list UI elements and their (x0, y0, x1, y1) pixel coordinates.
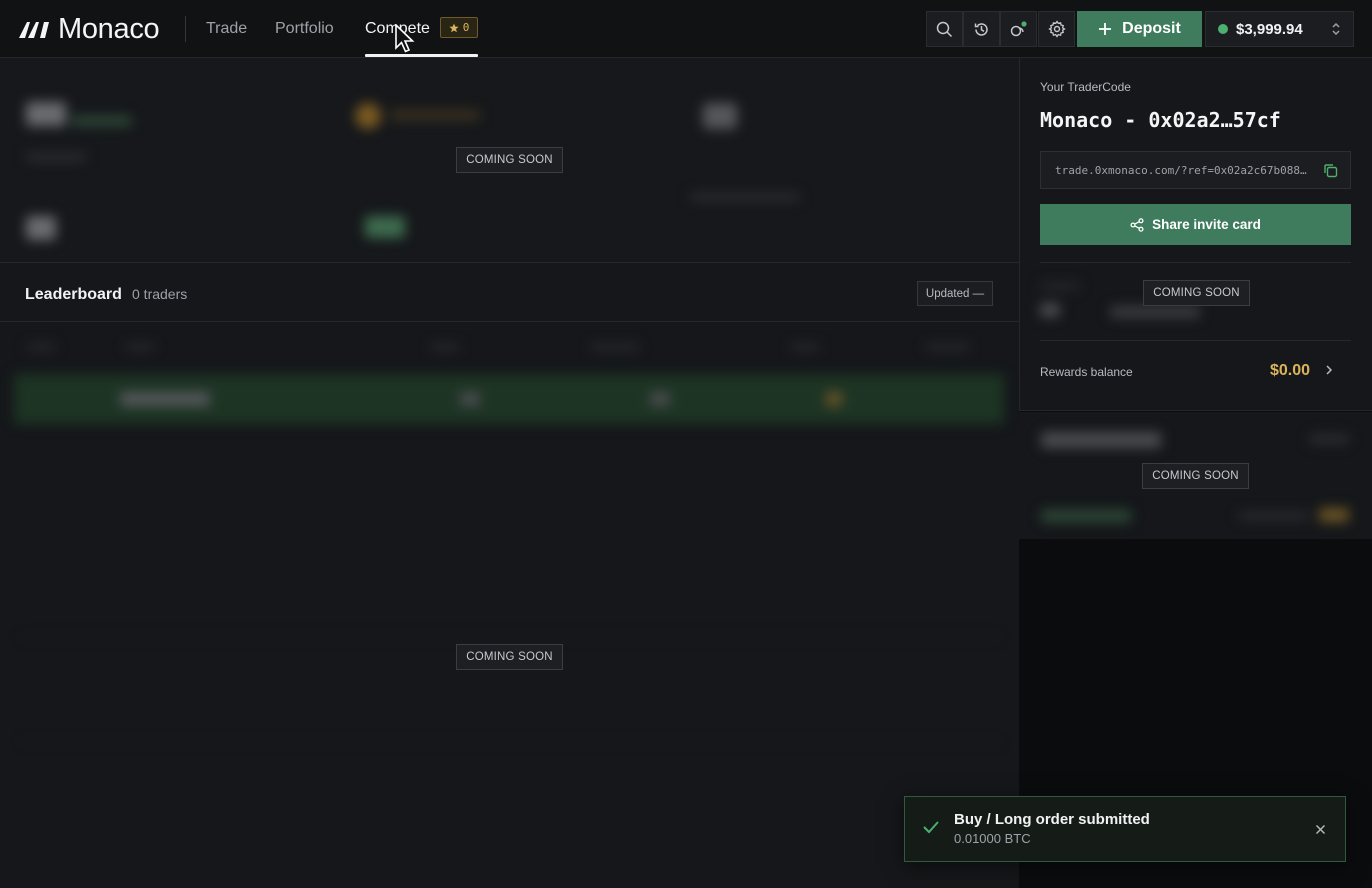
leaderboard-header: Leaderboard 0 traders Updated — (0, 264, 1019, 322)
toast-title: Buy / Long order submitted (954, 811, 1150, 828)
side-secondary-panel: COMING SOON (1019, 412, 1372, 539)
leaderboard-coming-soon-badge: COMING SOON (456, 644, 563, 670)
settings-button[interactable] (1038, 11, 1075, 47)
referral-link-text: trade.0xmonaco.com/?ref=0x02a2c67b088… (1055, 163, 1307, 177)
status-dot-icon (1218, 24, 1228, 34)
tradercode-label: Your TraderCode (1040, 80, 1131, 94)
tradercode-panel: Your TraderCode Monaco - 0x02a2…57cf tra… (1019, 58, 1372, 411)
copy-icon[interactable] (1323, 163, 1338, 178)
stats-coming-soon-badge: COMING SOON (456, 147, 563, 173)
star-icon (449, 23, 459, 32)
referral-coming-soon-badge: COMING SOON (1143, 280, 1250, 306)
chevron-right-icon[interactable] (1325, 364, 1333, 376)
nav-portfolio[interactable]: Portfolio (275, 0, 334, 58)
header-divider (185, 16, 186, 42)
toast-subtitle: 0.01000 BTC (954, 831, 1031, 846)
history-button[interactable] (963, 11, 1000, 47)
tradercode-value: Monaco - 0x02a2…57cf (1040, 108, 1281, 132)
deposit-label: Deposit (1122, 20, 1181, 37)
monaco-logo-icon (19, 22, 49, 38)
side-panel-coming-soon-badge: COMING SOON (1142, 463, 1249, 489)
chevron-updown-icon (1332, 22, 1340, 36)
divider (1040, 262, 1351, 263)
nav-trade[interactable]: Trade (206, 0, 247, 58)
leaderboard-body: COMING SOON (0, 322, 1019, 888)
activity-button[interactable] (1000, 11, 1037, 47)
order-toast: Buy / Long order submitted 0.01000 BTC (904, 796, 1346, 862)
close-icon[interactable] (1315, 824, 1326, 835)
search-icon (936, 21, 953, 37)
compete-badge-count: 0 (462, 21, 470, 34)
share-icon (1130, 217, 1144, 232)
top-bar: Monaco Trade Portfolio Compete 0 Deposit… (0, 0, 1372, 58)
leaderboard-title: Leaderboard (25, 286, 122, 303)
account-balance-selector[interactable]: $3,999.94 (1205, 11, 1354, 47)
balance-value: $3,999.94 (1236, 20, 1303, 38)
search-button[interactable] (926, 11, 963, 47)
plus-icon (1099, 23, 1112, 35)
rewards-balance-value[interactable]: $0.00 (1270, 362, 1310, 380)
updated-button[interactable]: Updated — (917, 281, 993, 306)
main-content: COMING SOON Leaderboard 0 traders Update… (0, 58, 1019, 888)
stats-panel: COMING SOON (0, 58, 1019, 263)
referral-link-field[interactable]: trade.0xmonaco.com/?ref=0x02a2c67b088… (1040, 151, 1351, 189)
mouse-cursor-icon (395, 24, 415, 53)
compete-badge: 0 (440, 17, 478, 38)
active-tab-indicator (365, 54, 478, 57)
check-icon (923, 821, 939, 834)
brand-logo[interactable]: Monaco (17, 12, 160, 45)
activity-icon (1010, 20, 1027, 36)
gear-icon (1047, 20, 1066, 38)
deposit-button[interactable]: Deposit (1077, 11, 1202, 47)
brand-name: Monaco (58, 12, 160, 45)
history-icon (974, 22, 988, 36)
share-invite-card-button[interactable]: Share invite card (1040, 204, 1351, 245)
divider (1040, 340, 1351, 341)
share-invite-label: Share invite card (1152, 217, 1261, 232)
leaderboard-trader-count: 0 traders (132, 286, 188, 302)
rewards-balance-label: Rewards balance (1040, 365, 1133, 379)
